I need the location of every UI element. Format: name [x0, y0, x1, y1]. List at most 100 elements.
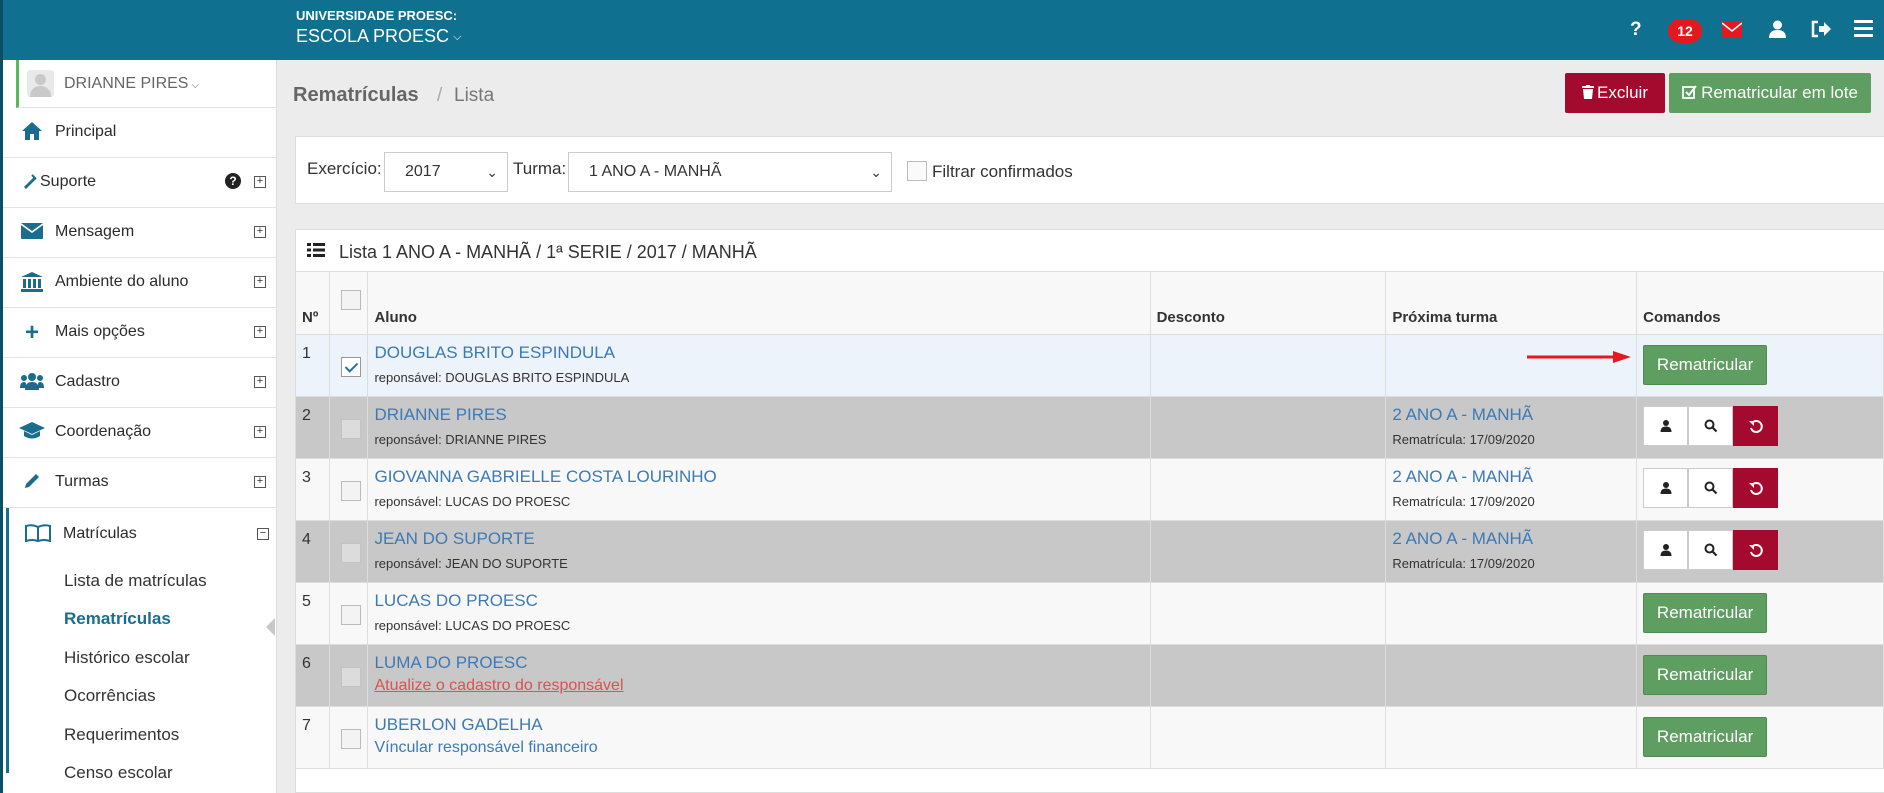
expand-icon[interactable]: +	[254, 276, 266, 288]
next-class-link[interactable]: 2 ANO A - MANHÃ	[1392, 405, 1636, 425]
exercicio-select[interactable]: 2017 ⌄	[384, 152, 508, 192]
row-number: 1	[296, 334, 331, 397]
sidebar-item-coordenacao[interactable]: Coordenação +	[3, 408, 276, 458]
sidebar-item-principal[interactable]: Principal	[3, 108, 276, 158]
student-profile-button[interactable]	[1643, 405, 1689, 446]
commands-cell: Rematricular	[1636, 644, 1884, 707]
row-checkbox[interactable]	[341, 418, 362, 439]
next-class-cell	[1385, 582, 1638, 645]
discount-cell	[1150, 644, 1387, 707]
sidebar-item-matriculas[interactable]: Matrículas −	[6, 508, 276, 563]
row-checkbox[interactable]	[341, 604, 362, 625]
row-actions	[1643, 529, 1883, 570]
mail-icon[interactable]	[1721, 21, 1743, 45]
exercicio-value: 2017	[405, 163, 441, 180]
submenu-item-lista-matriculas[interactable]: Lista de matrículas	[64, 571, 207, 591]
row-checkbox[interactable]	[341, 356, 362, 377]
row-checkbox[interactable]	[341, 480, 362, 501]
view-button[interactable]	[1688, 405, 1734, 446]
expand-icon[interactable]: −	[257, 528, 269, 540]
bulk-reenroll-label: Rematricular em lote	[1701, 83, 1858, 102]
submenu: Lista de matrículas Rematrículas Históri…	[6, 563, 276, 782]
link-financial-responsible[interactable]: Víncular responsável financeiro	[374, 739, 1149, 757]
select-all-checkbox[interactable]	[341, 289, 362, 310]
expand-icon[interactable]: +	[254, 376, 266, 388]
users-icon	[19, 372, 45, 394]
filter-confirmed-checkbox[interactable]	[907, 161, 927, 181]
bulk-reenroll-button[interactable]: Rematricular em lote	[1669, 73, 1871, 113]
user-icon[interactable]	[1769, 20, 1786, 45]
expand-icon[interactable]: +	[254, 476, 266, 488]
submenu-item-requerimentos[interactable]: Requerimentos	[64, 725, 179, 745]
undo-reenroll-button[interactable]	[1733, 529, 1779, 570]
sidebar-item-turmas[interactable]: Turmas +	[3, 458, 276, 508]
student-name-link[interactable]: JEAN DO SUPORTE	[374, 529, 1149, 549]
delete-button[interactable]: Excluir	[1565, 73, 1665, 113]
reenroll-button[interactable]: Rematricular	[1643, 592, 1768, 633]
sidebar-item-cadastro[interactable]: Cadastro +	[3, 358, 276, 408]
student-name-link[interactable]: DRIANNE PIRES	[374, 405, 1149, 425]
update-responsible-link[interactable]: Atualize o cadastro do responsável	[374, 677, 1149, 695]
help-icon[interactable]: ?	[225, 173, 241, 189]
student-name-link[interactable]: GIOVANNA GABRIELLE COSTA LOURINHO	[374, 467, 1149, 487]
table-row: 4 JEAN DO SUPORTE reponsável: JEAN DO SU…	[296, 520, 1884, 583]
student-responsible: reponsável: DRIANNE PIRES	[374, 431, 547, 447]
menu-icon[interactable]	[1854, 20, 1873, 44]
student-name-link[interactable]: DOUGLAS BRITO ESPINDULA	[374, 343, 1149, 363]
discount-cell	[1150, 582, 1387, 645]
expand-icon[interactable]: +	[254, 176, 266, 188]
page-title: Rematrículas	[293, 84, 419, 106]
student-cell: DOUGLAS BRITO ESPINDULA reponsável: DOUG…	[367, 334, 1151, 397]
row-checkbox[interactable]	[341, 728, 362, 749]
reenroll-button[interactable]: Rematricular	[1643, 716, 1768, 757]
reenroll-button[interactable]: Rematricular	[1643, 344, 1768, 385]
turma-select[interactable]: 1 ANO A - MANHÃ ⌄	[568, 152, 892, 192]
reenroll-button[interactable]: Rematricular	[1643, 654, 1768, 695]
user-icon	[1660, 481, 1672, 494]
sidebar-item-mensagem[interactable]: Mensagem +	[3, 208, 276, 258]
submenu-item-censo-escolar[interactable]: Censo escolar	[64, 763, 173, 783]
graduation-cap-icon	[19, 422, 45, 444]
view-button[interactable]	[1688, 529, 1734, 570]
logout-icon[interactable]	[1811, 20, 1831, 45]
student-profile-button[interactable]	[1643, 529, 1689, 570]
row-actions	[1643, 467, 1883, 508]
sidebar-item-suporte[interactable]: Suporte ? +	[3, 158, 276, 208]
undo-reenroll-button[interactable]	[1733, 405, 1779, 446]
student-profile-button[interactable]	[1643, 467, 1689, 508]
search-icon	[1704, 481, 1717, 494]
filter-bar: Exercício: 2017 ⌄ Turma: 1 ANO A - MANHÃ…	[295, 136, 1884, 204]
student-name-link[interactable]: UBERLON GADELHA	[374, 715, 1149, 735]
next-class-link[interactable]: 2 ANO A - MANHÃ	[1392, 467, 1636, 487]
row-checkbox[interactable]	[341, 542, 362, 563]
help-icon[interactable]: ?	[1630, 18, 1642, 42]
submenu-item-ocorrencias[interactable]: Ocorrências	[64, 686, 156, 706]
submenu-item-rematriculas[interactable]: Rematrículas	[64, 609, 171, 629]
sidebar-item-mais-opcoes[interactable]: + Mais opções +	[3, 308, 276, 358]
notifications-badge[interactable]: 12	[1668, 19, 1702, 43]
submenu-item-historico-escolar[interactable]: Histórico escolar	[64, 648, 190, 668]
view-button[interactable]	[1688, 467, 1734, 508]
user-menu[interactable]: DRIANNE PIRES ⌵	[16, 60, 276, 108]
next-class-link[interactable]: 2 ANO A - MANHÃ	[1392, 529, 1636, 549]
list-header: Lista 1 ANO A - MANHÃ / 1ª SERIE / 2017 …	[296, 230, 1884, 272]
col-header-select	[329, 272, 369, 335]
next-class-cell	[1385, 334, 1638, 397]
discount-cell	[1150, 706, 1387, 769]
student-name-link[interactable]: LUMA DO PROESC	[374, 653, 1149, 673]
undo-icon	[1748, 481, 1763, 495]
sidebar-item-label: Matrículas	[63, 525, 137, 542]
undo-reenroll-button[interactable]	[1733, 467, 1779, 508]
annotation-arrow-icon	[1527, 351, 1631, 363]
school-selector[interactable]: ESCOLA PROESC ⌵	[296, 26, 461, 47]
sidebar-item-ambiente-aluno[interactable]: Ambiente do aluno +	[3, 258, 276, 308]
row-number: 2	[296, 396, 331, 459]
home-icon	[19, 122, 45, 144]
sidebar-item-label: Principal	[55, 123, 117, 140]
row-checkbox[interactable]	[341, 666, 362, 687]
expand-icon[interactable]: +	[254, 326, 266, 338]
student-name-link[interactable]: LUCAS DO PROESC	[374, 591, 1149, 611]
delete-button-label: Excluir	[1596, 83, 1648, 102]
expand-icon[interactable]: +	[254, 426, 266, 438]
expand-icon[interactable]: +	[254, 226, 266, 238]
